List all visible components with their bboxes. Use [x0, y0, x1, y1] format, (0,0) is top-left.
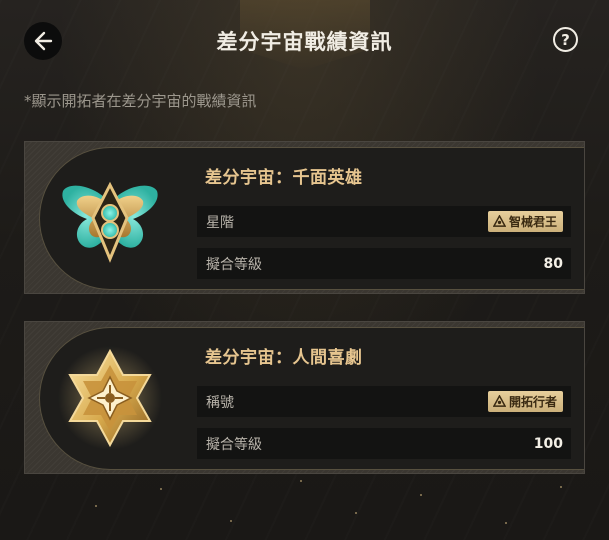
fit-level-row: 擬合等級 80 [197, 248, 571, 279]
sparkle [300, 480, 302, 482]
rank-row: 星階 智械君王 [197, 206, 571, 237]
card-title: 差分宇宙：千面英雄 [205, 168, 363, 188]
row-value: 80 [543, 255, 563, 272]
row-label: 擬合等級 [206, 436, 262, 453]
star-emblem-icon [58, 346, 162, 450]
help-circle-icon: ? [561, 30, 570, 49]
butterfly-emblem-icon [62, 181, 158, 263]
sparkle [355, 512, 357, 514]
sparkle [560, 486, 562, 488]
sparkle [160, 488, 162, 490]
rank-triangle-icon [492, 215, 506, 227]
row-label: 擬合等級 [206, 256, 262, 273]
rank-triangle-icon [492, 395, 506, 407]
row-value: 100 [533, 435, 563, 452]
page-title: 差分宇宙戰績資訊 [216, 30, 393, 54]
fit-level-row: 擬合等級 100 [197, 428, 571, 459]
universe-card-heroes: 差分宇宙：千面英雄 星階 智械君王 擬合等級 80 [24, 141, 585, 294]
help-button[interactable]: ? [553, 27, 578, 52]
sparkle [505, 522, 507, 524]
title-badge: 開拓行者 [487, 391, 563, 412]
row-label: 星階 [206, 214, 234, 231]
sparkle [230, 520, 232, 522]
card-title: 差分宇宙：人間喜劇 [205, 348, 363, 368]
rank-badge: 智械君王 [487, 211, 563, 232]
badge-label: 開拓行者 [508, 395, 557, 409]
sparkle [95, 505, 97, 507]
universe-card-comedy: 差分宇宙：人間喜劇 稱號 開拓行者 擬合等級 100 [24, 321, 585, 474]
badge-label: 智械君王 [508, 215, 557, 229]
sparkle [420, 494, 422, 496]
page: 差分宇宙戰績資訊 ? *顯示開拓者在差分宇宙的戰績資訊 差分宇宙：千面英雄 星階… [0, 0, 609, 540]
row-label: 稱號 [206, 394, 234, 411]
page-subtitle: *顯示開拓者在差分宇宙的戰績資訊 [24, 92, 257, 110]
title-row: 稱號 開拓行者 [197, 386, 571, 417]
